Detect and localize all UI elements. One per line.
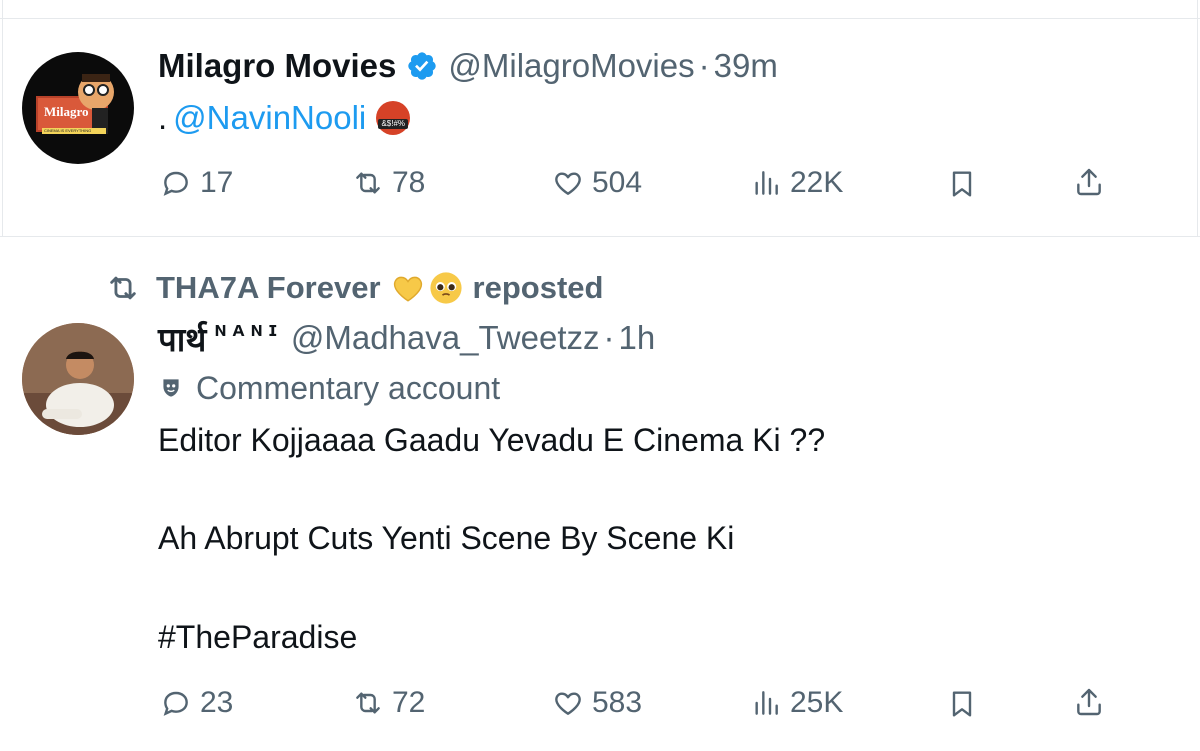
bookmark-icon — [952, 691, 972, 717]
profile-photo-icon — [22, 323, 134, 435]
reply-count: 23 — [200, 686, 234, 719]
bookmark-button[interactable] — [946, 168, 978, 205]
separator-dot: · — [698, 47, 710, 84]
handle[interactable]: @Madhava_Tweetzz — [291, 319, 600, 357]
like-count: 583 — [592, 686, 643, 719]
timestamp[interactable]: 39m — [714, 47, 778, 85]
tweet-text: . @NavinNooli &$!#% — [158, 98, 411, 138]
like-button[interactable]: 583 — [552, 686, 642, 720]
reply-count: 17 — [200, 166, 234, 199]
theater-masks-icon — [158, 375, 184, 401]
top-divider — [0, 18, 1200, 19]
views-button[interactable]: 25K — [750, 686, 843, 720]
mention-link[interactable]: @NavinNooli — [173, 99, 366, 137]
tweet-header: Milagro Movies @MilagroMovies · 39m — [158, 46, 778, 86]
timestamp[interactable]: 1h — [619, 319, 656, 357]
tweet-text-line-2: Ah Abrupt Cuts Yenti Scene By Scene Ki — [158, 520, 735, 556]
repost-by-name[interactable]: THA7A Forever — [156, 270, 381, 306]
bookmark-button[interactable] — [946, 688, 978, 725]
emoji-text: &$!#% — [378, 119, 409, 129]
avatar-logo-text: Milagro — [44, 104, 89, 119]
account-label-row: Commentary account — [158, 368, 500, 408]
repost-label: reposted — [472, 270, 604, 305]
avatar[interactable] — [22, 323, 134, 435]
tweet-text-line-1: Editor Kojjaaaa Gaadu Yevadu E Cinema Ki… — [158, 422, 826, 458]
heart-icon — [555, 172, 581, 195]
reply-icon — [163, 171, 188, 196]
right-border — [1197, 0, 1198, 236]
repost-count: 72 — [392, 686, 426, 719]
repost-icon — [106, 271, 140, 305]
verified-badge-icon — [406, 50, 438, 82]
avatar-tagline: CINEMA IS EVERYTHING — [44, 128, 92, 133]
bookmark-icon — [952, 171, 972, 197]
tweet-divider — [0, 236, 1200, 237]
display-name-suffix: ɴᴀɴɪ — [214, 318, 283, 341]
repost-indicator: THA7A Forever reposted — [106, 268, 603, 308]
repost-icon — [356, 172, 380, 194]
repost-count: 78 — [392, 166, 426, 199]
heart-icon — [555, 692, 581, 715]
cursing-face-emoji-icon: &$!#% — [376, 101, 411, 135]
text-prefix: . — [158, 99, 168, 136]
share-button[interactable] — [1073, 166, 1105, 203]
left-border — [2, 0, 3, 236]
reply-button[interactable]: 23 — [160, 686, 233, 720]
views-button[interactable]: 22K — [750, 166, 843, 200]
avatar[interactable]: Milagro CINEMA IS EVERYTHING — [22, 52, 134, 164]
views-icon — [755, 171, 778, 195]
repost-icon — [356, 692, 380, 714]
views-count: 22K — [790, 166, 844, 199]
repost-button[interactable]: 78 — [352, 166, 425, 200]
display-name[interactable]: पार्थ — [158, 316, 206, 361]
yellow-heart-emoji-icon — [391, 271, 425, 305]
like-button[interactable]: 504 — [552, 166, 642, 200]
separator-dot: · — [603, 319, 615, 356]
share-icon — [1077, 688, 1101, 716]
display-name[interactable]: Milagro Movies — [158, 47, 396, 85]
views-icon — [755, 691, 778, 715]
handle[interactable]: @MilagroMovies — [448, 47, 694, 85]
share-icon — [1077, 168, 1101, 196]
share-button[interactable] — [1073, 686, 1105, 723]
like-count: 504 — [592, 166, 643, 199]
tweet-header: पार्थ ɴᴀɴɪ @Madhava_Tweetzz · 1h — [158, 318, 655, 358]
pleading-face-emoji-icon — [429, 271, 463, 305]
account-label: Commentary account — [196, 369, 501, 406]
reply-icon — [163, 691, 188, 716]
repost-button[interactable]: 72 — [352, 686, 425, 720]
views-count: 25K — [790, 686, 844, 719]
hashtag-link[interactable]: #TheParadise — [158, 619, 357, 656]
reply-button[interactable]: 17 — [160, 166, 233, 200]
